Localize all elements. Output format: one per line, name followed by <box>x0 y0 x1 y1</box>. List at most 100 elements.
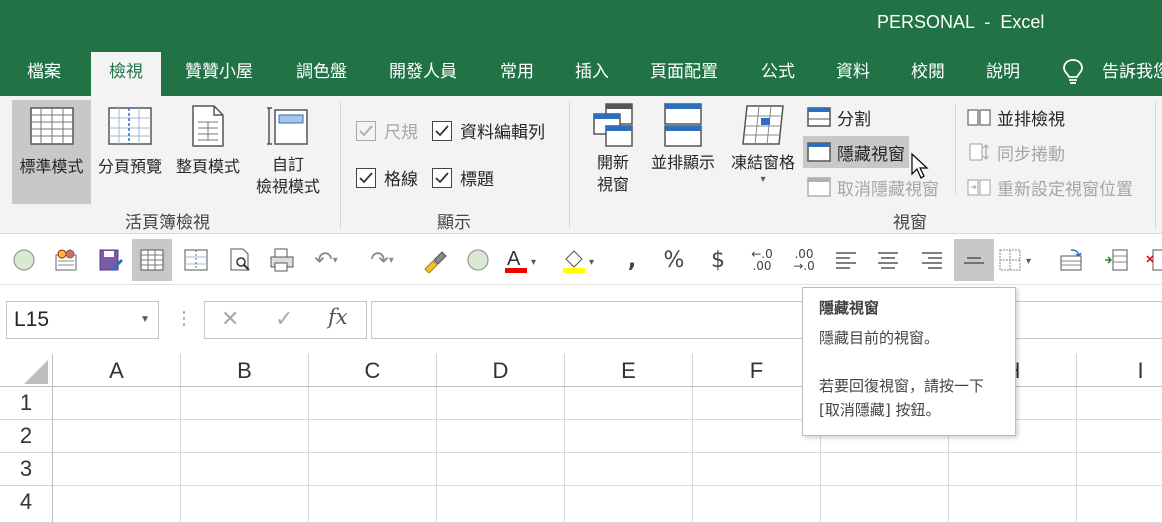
percent-icon[interactable]: % <box>654 239 694 281</box>
print-icon[interactable] <box>262 239 302 281</box>
middle-align-icon[interactable] <box>954 239 994 281</box>
tab-help[interactable]: 說明 <box>986 48 1020 96</box>
arrange-all-button[interactable]: 並排顯示 <box>645 102 721 206</box>
cell[interactable] <box>437 387 565 420</box>
circle-icon-2[interactable] <box>458 239 498 281</box>
tab-developer[interactable]: 開發人員 <box>389 48 457 96</box>
cancel-icon[interactable]: ✕ <box>221 307 239 332</box>
row-header-3[interactable]: 3 <box>0 453 53 486</box>
column-header-b[interactable]: B <box>181 354 309 387</box>
insert-columns-icon[interactable] <box>1096 239 1136 281</box>
name-box[interactable]: L15 ▼ <box>6 301 159 339</box>
print-preview-icon[interactable] <box>220 239 260 281</box>
name-box-dropdown-icon[interactable]: ▼ <box>140 302 150 338</box>
circle-icon[interactable] <box>4 239 44 281</box>
resize-handle-icon[interactable]: ⋮ <box>175 308 193 329</box>
tab-palette[interactable]: 調色盤 <box>296 48 347 96</box>
row-header-4[interactable]: 4 <box>0 486 53 523</box>
cell[interactable] <box>1077 387 1162 420</box>
format-painter-icon[interactable] <box>414 239 454 281</box>
normal-view-button[interactable]: 標準模式 <box>12 100 91 204</box>
increase-decimal-icon[interactable]: ←.0.00 <box>742 239 782 281</box>
cell[interactable] <box>1077 486 1162 523</box>
tab-view[interactable]: 檢視 <box>91 52 161 96</box>
custom-views-button[interactable]: 自訂 檢視模式 <box>250 100 326 204</box>
column-header-a[interactable]: A <box>53 354 181 387</box>
cell[interactable] <box>949 453 1077 486</box>
tab-file[interactable]: 檔案 <box>27 48 61 96</box>
cell[interactable] <box>949 486 1077 523</box>
tab-formulas[interactable]: 公式 <box>761 48 795 96</box>
freeze-panes-button[interactable]: 凍結窗格 ▾ <box>725 102 801 206</box>
cell[interactable] <box>821 453 949 486</box>
decrease-decimal-icon[interactable]: .00 →.0 <box>784 239 824 281</box>
cell[interactable] <box>309 486 437 523</box>
insert-function-icon[interactable]: fx <box>328 305 348 329</box>
align-center-icon[interactable] <box>868 239 908 281</box>
tab-insert[interactable]: 插入 <box>575 48 609 96</box>
cell[interactable] <box>437 453 565 486</box>
page-layout-button[interactable]: 整頁模式 <box>170 100 246 204</box>
cell[interactable] <box>309 453 437 486</box>
cell[interactable] <box>693 453 821 486</box>
tab-data[interactable]: 資料 <box>836 48 870 96</box>
cell[interactable] <box>821 486 949 523</box>
normal-view-qat-icon[interactable] <box>132 239 172 281</box>
page-break-qat-icon[interactable] <box>176 239 216 281</box>
select-all-button[interactable] <box>0 354 53 387</box>
row-header-2[interactable]: 2 <box>0 420 53 453</box>
save-as-icon[interactable] <box>90 239 130 281</box>
tab-page-layout[interactable]: 頁面配置 <box>650 48 718 96</box>
cell[interactable] <box>53 486 181 523</box>
delete-icon[interactable] <box>1138 239 1162 281</box>
gridlines-checkbox[interactable]: 格線 <box>356 165 418 190</box>
new-window-button[interactable]: 開新 視窗 <box>588 102 638 206</box>
fill-color-icon[interactable]: ▾ <box>560 239 600 281</box>
tools-icon[interactable] <box>46 239 86 281</box>
comma-style-icon[interactable]: , <box>612 239 652 281</box>
cell[interactable] <box>309 420 437 453</box>
cell[interactable] <box>565 453 693 486</box>
reset-window-position-button[interactable]: 重新設定視窗位置 <box>963 171 1137 203</box>
column-header-c[interactable]: C <box>309 354 437 387</box>
row-header-1[interactable]: 1 <box>0 387 53 420</box>
undo-icon[interactable]: ↶ ▾ <box>306 239 346 281</box>
split-button[interactable]: 分割 <box>803 101 875 133</box>
column-header-d[interactable]: D <box>437 354 565 387</box>
tell-me-box[interactable]: 告訴我您 <box>1102 48 1162 96</box>
cell[interactable] <box>437 486 565 523</box>
align-left-icon[interactable] <box>826 239 866 281</box>
cell[interactable] <box>565 387 693 420</box>
cell[interactable] <box>181 486 309 523</box>
cell[interactable] <box>1077 453 1162 486</box>
cell[interactable] <box>181 453 309 486</box>
font-color-icon[interactable]: A ▾ <box>502 239 542 281</box>
currency-icon[interactable]: $ <box>698 239 738 281</box>
tab-home[interactable]: 常用 <box>500 48 534 96</box>
enter-icon[interactable]: ✓ <box>275 307 293 332</box>
tab-review[interactable]: 校閱 <box>911 48 945 96</box>
tab-zanzan[interactable]: 贊贊小屋 <box>185 48 253 96</box>
cell[interactable] <box>181 420 309 453</box>
cell[interactable] <box>309 387 437 420</box>
cell[interactable] <box>1077 420 1162 453</box>
borders-icon[interactable]: ▾ <box>998 239 1038 281</box>
formula-input[interactable] <box>371 301 1162 339</box>
cell-tools-icon[interactable] <box>1052 239 1092 281</box>
column-header-e[interactable]: E <box>565 354 693 387</box>
redo-icon[interactable]: ↷ ▾ <box>362 239 402 281</box>
view-side-by-side-button[interactable]: 並排檢視 <box>963 101 1069 133</box>
cell[interactable] <box>53 453 181 486</box>
cell[interactable] <box>437 420 565 453</box>
unhide-window-button[interactable]: 取消隱藏視窗 <box>803 171 943 203</box>
ruler-checkbox[interactable]: 尺規 <box>356 118 418 143</box>
cell[interactable] <box>53 387 181 420</box>
cell[interactable] <box>181 387 309 420</box>
cell[interactable] <box>693 486 821 523</box>
column-header-i[interactable]: I <box>1077 354 1162 387</box>
page-break-preview-button[interactable]: 分頁預覽 <box>94 100 166 204</box>
cell[interactable] <box>53 420 181 453</box>
sync-scroll-button[interactable]: 同步捲動 <box>963 136 1069 168</box>
lightbulb-icon[interactable] <box>1061 58 1085 86</box>
align-right-icon[interactable] <box>912 239 952 281</box>
